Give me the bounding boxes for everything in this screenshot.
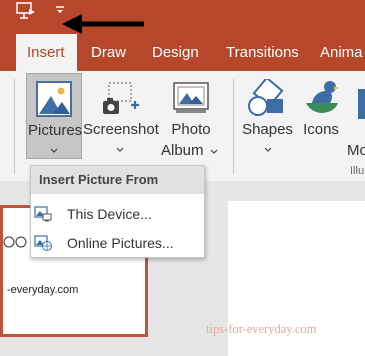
pictures-label: Pictures — [28, 122, 83, 139]
pictures-button[interactable]: Pictures — [26, 73, 82, 159]
thumbnail-figure-icon — [3, 236, 27, 248]
photo-album-button[interactable]: Photo Album — [158, 73, 224, 159]
tab-transitions[interactable]: Transitions — [226, 34, 299, 71]
watermark: tips-for-everyday.com — [206, 322, 317, 336]
models-label-partial[interactable]: Mo — [347, 142, 365, 159]
chevron-down-icon — [116, 147, 124, 152]
screenshot-icon — [103, 82, 139, 114]
quick-access-toolbar — [0, 0, 365, 34]
tab-animations[interactable]: Anima — [320, 34, 363, 71]
separator — [14, 79, 15, 174]
present-from-beginning-icon[interactable] — [16, 2, 36, 20]
chevron-down-icon — [264, 147, 272, 152]
screenshot-label: Screenshot — [83, 121, 159, 138]
this-device-icon — [34, 206, 52, 222]
shapes-icon — [248, 79, 284, 116]
photo-album-label-line1: Photo — [171, 121, 211, 138]
insert-picture-menu: Insert Picture From This Device... Onlin… — [30, 165, 205, 258]
shapes-button[interactable]: Shapes — [240, 73, 295, 159]
ribbon-tabs: Insert Draw Design Transitions Anima — [0, 34, 365, 71]
illustrations-group-label: Illu — [350, 165, 365, 177]
menu-header: Insert Picture From — [31, 166, 204, 194]
tab-insert[interactable]: Insert — [16, 34, 77, 71]
separator — [233, 79, 234, 174]
photo-album-icon — [173, 82, 209, 113]
thumbnail-caption: -everyday.com — [7, 284, 79, 296]
icons-button[interactable]: Icons — [298, 73, 344, 159]
menu-item-label: Online Pictures... — [67, 235, 174, 251]
icons-icon — [306, 81, 339, 113]
chevron-down-icon — [50, 148, 58, 153]
shapes-label: Shapes — [242, 121, 293, 138]
chevron-down-icon — [210, 149, 218, 154]
online-pictures-icon — [34, 235, 52, 251]
pictures-icon — [36, 81, 72, 117]
tab-design[interactable]: Design — [152, 34, 199, 71]
models-icon — [358, 89, 365, 119]
tab-draw[interactable]: Draw — [91, 34, 126, 71]
photo-album-label-line2: Album — [161, 142, 204, 159]
screenshot-button[interactable]: Screenshot — [83, 73, 159, 159]
menu-item-online-pictures[interactable]: Online Pictures... — [31, 229, 204, 257]
menu-header-text: Insert Picture From — [39, 172, 159, 187]
icons-label: Icons — [303, 121, 339, 138]
menu-item-label: This Device... — [67, 206, 152, 222]
menu-item-this-device[interactable]: This Device... — [31, 200, 204, 228]
